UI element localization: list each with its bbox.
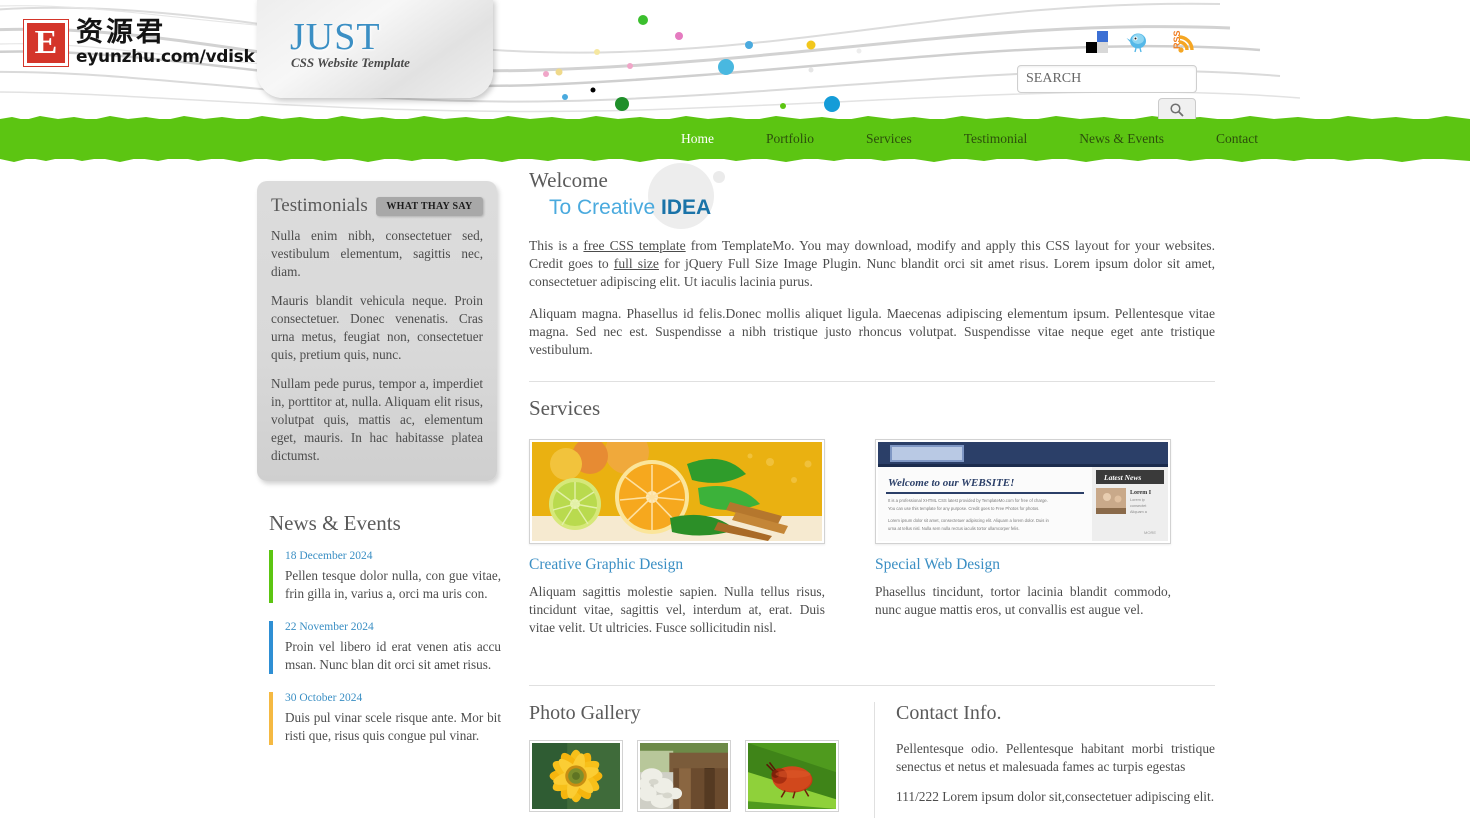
svg-text:consectet: consectet bbox=[1130, 504, 1147, 508]
intro-part1: This is a bbox=[529, 238, 584, 253]
sunflower-thumb[interactable] bbox=[529, 740, 623, 812]
svg-text:RSS: RSS bbox=[1172, 30, 1182, 49]
svg-text:urna at tellus nisl. Nulla sem: urna at tellus nisl. Nulla sem nulla rec… bbox=[888, 526, 1020, 531]
full-size-link[interactable]: full size bbox=[614, 256, 659, 271]
service-description: Phasellus tincidunt, tortor lacinia blan… bbox=[875, 584, 1171, 617]
site-header: E 资源君 eyunzhu.com/vdisk JUST CSS Website… bbox=[0, 0, 1470, 119]
second-paragraph: Aliquam magna. Phasellus id felis.Donec … bbox=[529, 306, 1215, 357]
news-date: 22 November 2024 bbox=[285, 621, 374, 633]
svg-text:Aliquam a: Aliquam a bbox=[1130, 510, 1148, 514]
testimonials-header: Testimonials WHAT THAY SAY bbox=[271, 195, 483, 217]
svg-text:You can use this template for: You can use this template for any purpos… bbox=[888, 506, 1039, 511]
nav-item-portfolio[interactable]: Portfolio bbox=[740, 119, 840, 159]
contact-paragraph: 111/222 Lorem ipsum dolor sit,consectetu… bbox=[896, 789, 1215, 804]
testimonials-title: Testimonials bbox=[271, 195, 368, 216]
fruit-photo[interactable] bbox=[529, 439, 825, 544]
contact-paragraph: Pellentesque odio. Pellentesque habitant… bbox=[896, 741, 1215, 774]
news-events-title: News & Events bbox=[269, 511, 401, 535]
logo-chinese-name: 资源君 bbox=[76, 17, 166, 48]
news-item[interactable]: 22 November 2024 Proin vel libero id era… bbox=[269, 621, 501, 674]
testimonial-text: Nulla enim nibh, consectetuer sed, vesti… bbox=[271, 228, 483, 279]
contact-info-title: Contact Info. bbox=[896, 702, 1002, 724]
main-navigation: Home Portfolio Services Testimonial News… bbox=[0, 116, 1470, 162]
news-date: 30 October 2024 bbox=[285, 692, 363, 704]
logo-mark-e: E bbox=[24, 19, 68, 66]
nav-item-services[interactable]: Services bbox=[840, 119, 938, 159]
svg-text:Welcome to our WEBSITE!: Welcome to our WEBSITE! bbox=[888, 477, 1014, 489]
intro-paragraph: This is a free CSS template from Templat… bbox=[529, 237, 1215, 291]
welcome-heading: Welcome To Creative IDEA bbox=[529, 159, 1215, 229]
svg-text:Lorem ip: Lorem ip bbox=[1130, 498, 1145, 502]
welcome-line2: To Creative IDEA bbox=[549, 193, 1215, 223]
testimonial-text: Mauris blandit vehicula neque. Proin con… bbox=[271, 293, 483, 362]
news-item[interactable]: 30 October 2024 Duis pul vinar scele ris… bbox=[269, 692, 501, 745]
news-text: Pellen tesque dolor nulla, con gue vitae… bbox=[285, 568, 501, 601]
nav-items: Home Portfolio Services Testimonial News… bbox=[655, 119, 1284, 159]
service-description: Aliquam sagittis molestie sapien. Nulla … bbox=[529, 584, 825, 635]
divider bbox=[529, 685, 1215, 686]
search-input[interactable] bbox=[1017, 65, 1197, 93]
search-button[interactable] bbox=[1158, 98, 1196, 119]
nav-bottom-edge bbox=[0, 156, 1470, 162]
svg-text:It is a professional XHTML CSS: It is a professional XHTML CSS latest pr… bbox=[888, 498, 1048, 503]
news-text: Proin vel libero id erat venen atis accu… bbox=[285, 639, 501, 672]
search-box bbox=[1017, 65, 1197, 93]
news-date: 18 December 2024 bbox=[285, 550, 373, 562]
svg-text:MORE: MORE bbox=[1144, 530, 1156, 535]
rss-icon[interactable]: RSS bbox=[1168, 30, 1198, 54]
photo-gallery-panel: Photo Gallery bbox=[529, 702, 874, 818]
service-card: Creative Graphic Design Aliquam sagittis… bbox=[529, 439, 825, 637]
brand-panel: JUST CSS Website Template bbox=[257, 0, 493, 98]
svg-text:Latest News: Latest News bbox=[1103, 473, 1141, 482]
beetle-thumb[interactable] bbox=[745, 740, 839, 812]
sidebar: Testimonials WHAT THAY SAY Nulla enim ni… bbox=[257, 181, 501, 763]
news-item[interactable]: 18 December 2024 Pellen tesque dolor nul… bbox=[269, 550, 501, 603]
contact-info-panel: Contact Info. Pellentesque odio. Pellent… bbox=[874, 702, 1215, 818]
nav-item-news-events[interactable]: News & Events bbox=[1053, 119, 1190, 159]
twitter-icon[interactable] bbox=[1126, 30, 1150, 54]
brand-subtitle: CSS Website Template bbox=[291, 55, 410, 70]
nav-item-contact[interactable]: Contact bbox=[1190, 119, 1284, 159]
service-card: Welcome to our WEBSITE! It is a professi… bbox=[875, 439, 1171, 637]
brand-title: JUST bbox=[290, 16, 381, 58]
svg-text:Lorem ipsum dolor sit amet, co: Lorem ipsum dolor sit amet, consectetuer… bbox=[888, 518, 1049, 523]
nav-item-home[interactable]: Home bbox=[655, 119, 740, 159]
gallery-thumbnails bbox=[529, 740, 874, 812]
page-content: Testimonials WHAT THAY SAY Nulla enim ni… bbox=[0, 159, 1470, 818]
service-link-graphic-design[interactable]: Creative Graphic Design bbox=[529, 556, 825, 574]
free-css-template-link[interactable]: free CSS template bbox=[583, 238, 685, 253]
testimonial-text: Nullam pede purus, tempor a, imperdiet i… bbox=[271, 376, 483, 463]
news-events-panel: News & Events 18 December 2024 Pellen te… bbox=[257, 511, 501, 745]
services-row: Creative Graphic Design Aliquam sagittis… bbox=[529, 439, 1215, 637]
news-text: Duis pul vinar scele risque ante. Mor bi… bbox=[285, 710, 501, 743]
site-logo[interactable]: E 资源君 eyunzhu.com/vdisk bbox=[24, 17, 255, 67]
bottom-row: Photo Gallery Contact Info. Pellentesque… bbox=[529, 702, 1215, 818]
logo-url: eyunzhu.com/vdisk bbox=[76, 47, 255, 67]
testimonials-badge: WHAT THAY SAY bbox=[375, 196, 483, 216]
delicious-icon[interactable] bbox=[1086, 31, 1108, 53]
welcome-line2-prefix: To Creative bbox=[549, 196, 662, 219]
svg-text:Lorem I: Lorem I bbox=[1130, 490, 1152, 496]
stones-thumb[interactable] bbox=[637, 740, 731, 812]
testimonials-panel: Testimonials WHAT THAY SAY Nulla enim ni… bbox=[257, 181, 497, 481]
social-icons: RSS bbox=[1086, 30, 1198, 54]
service-link-web-design[interactable]: Special Web Design bbox=[875, 556, 1171, 574]
nav-item-testimonial[interactable]: Testimonial bbox=[938, 119, 1054, 159]
divider bbox=[529, 381, 1215, 382]
search-icon bbox=[1170, 103, 1184, 117]
services-title: Services bbox=[529, 396, 601, 420]
welcome-idea: IDEA bbox=[661, 196, 712, 219]
website-mockup[interactable]: Welcome to our WEBSITE! It is a professi… bbox=[875, 439, 1171, 544]
photo-gallery-title: Photo Gallery bbox=[529, 702, 641, 724]
welcome-line1: Welcome bbox=[529, 168, 608, 192]
main-content: Welcome To Creative IDEA This is a free … bbox=[529, 159, 1215, 818]
